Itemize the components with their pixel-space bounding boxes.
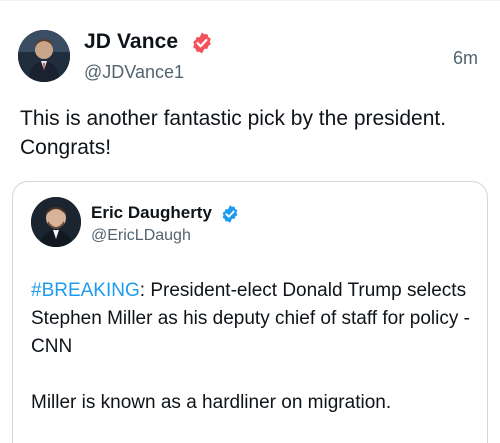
author-avatar[interactable]: [18, 30, 70, 82]
quoted-tweet-paragraph-1: #BREAKING: President-elect Donald Trump …: [31, 277, 471, 361]
quoted-author-name[interactable]: Eric Daugherty: [91, 203, 212, 223]
user-avatar-photo-icon: [31, 197, 81, 247]
quoted-tweet-paragraph-2: Miller is known as a hardliner on migrat…: [31, 392, 392, 413]
author-handle[interactable]: @JDVance1: [84, 62, 184, 83]
tweet[interactable]: JD Vance @JDVance1 6m This is another fa…: [0, 0, 500, 443]
hashtag-link[interactable]: #BREAKING: [31, 280, 140, 301]
quoted-author-handle[interactable]: @EricLDaugh: [91, 227, 191, 245]
quoted-tweet-text: #BREAKING: President-elect Donald Trump …: [31, 277, 471, 417]
quoted-author-avatar[interactable]: [31, 197, 81, 247]
quoted-tweet-card[interactable]: Eric Daugherty @EricLDaugh #BREAKING: Pr…: [12, 181, 488, 443]
timestamp[interactable]: 6m: [453, 48, 478, 69]
tweet-text: This is another fantastic pick by the pr…: [20, 107, 447, 159]
verified-badge-icon: [220, 204, 240, 224]
user-avatar-photo-icon: [18, 30, 70, 82]
verified-badge-icon: [190, 31, 214, 55]
author-name[interactable]: JD Vance: [84, 30, 178, 54]
